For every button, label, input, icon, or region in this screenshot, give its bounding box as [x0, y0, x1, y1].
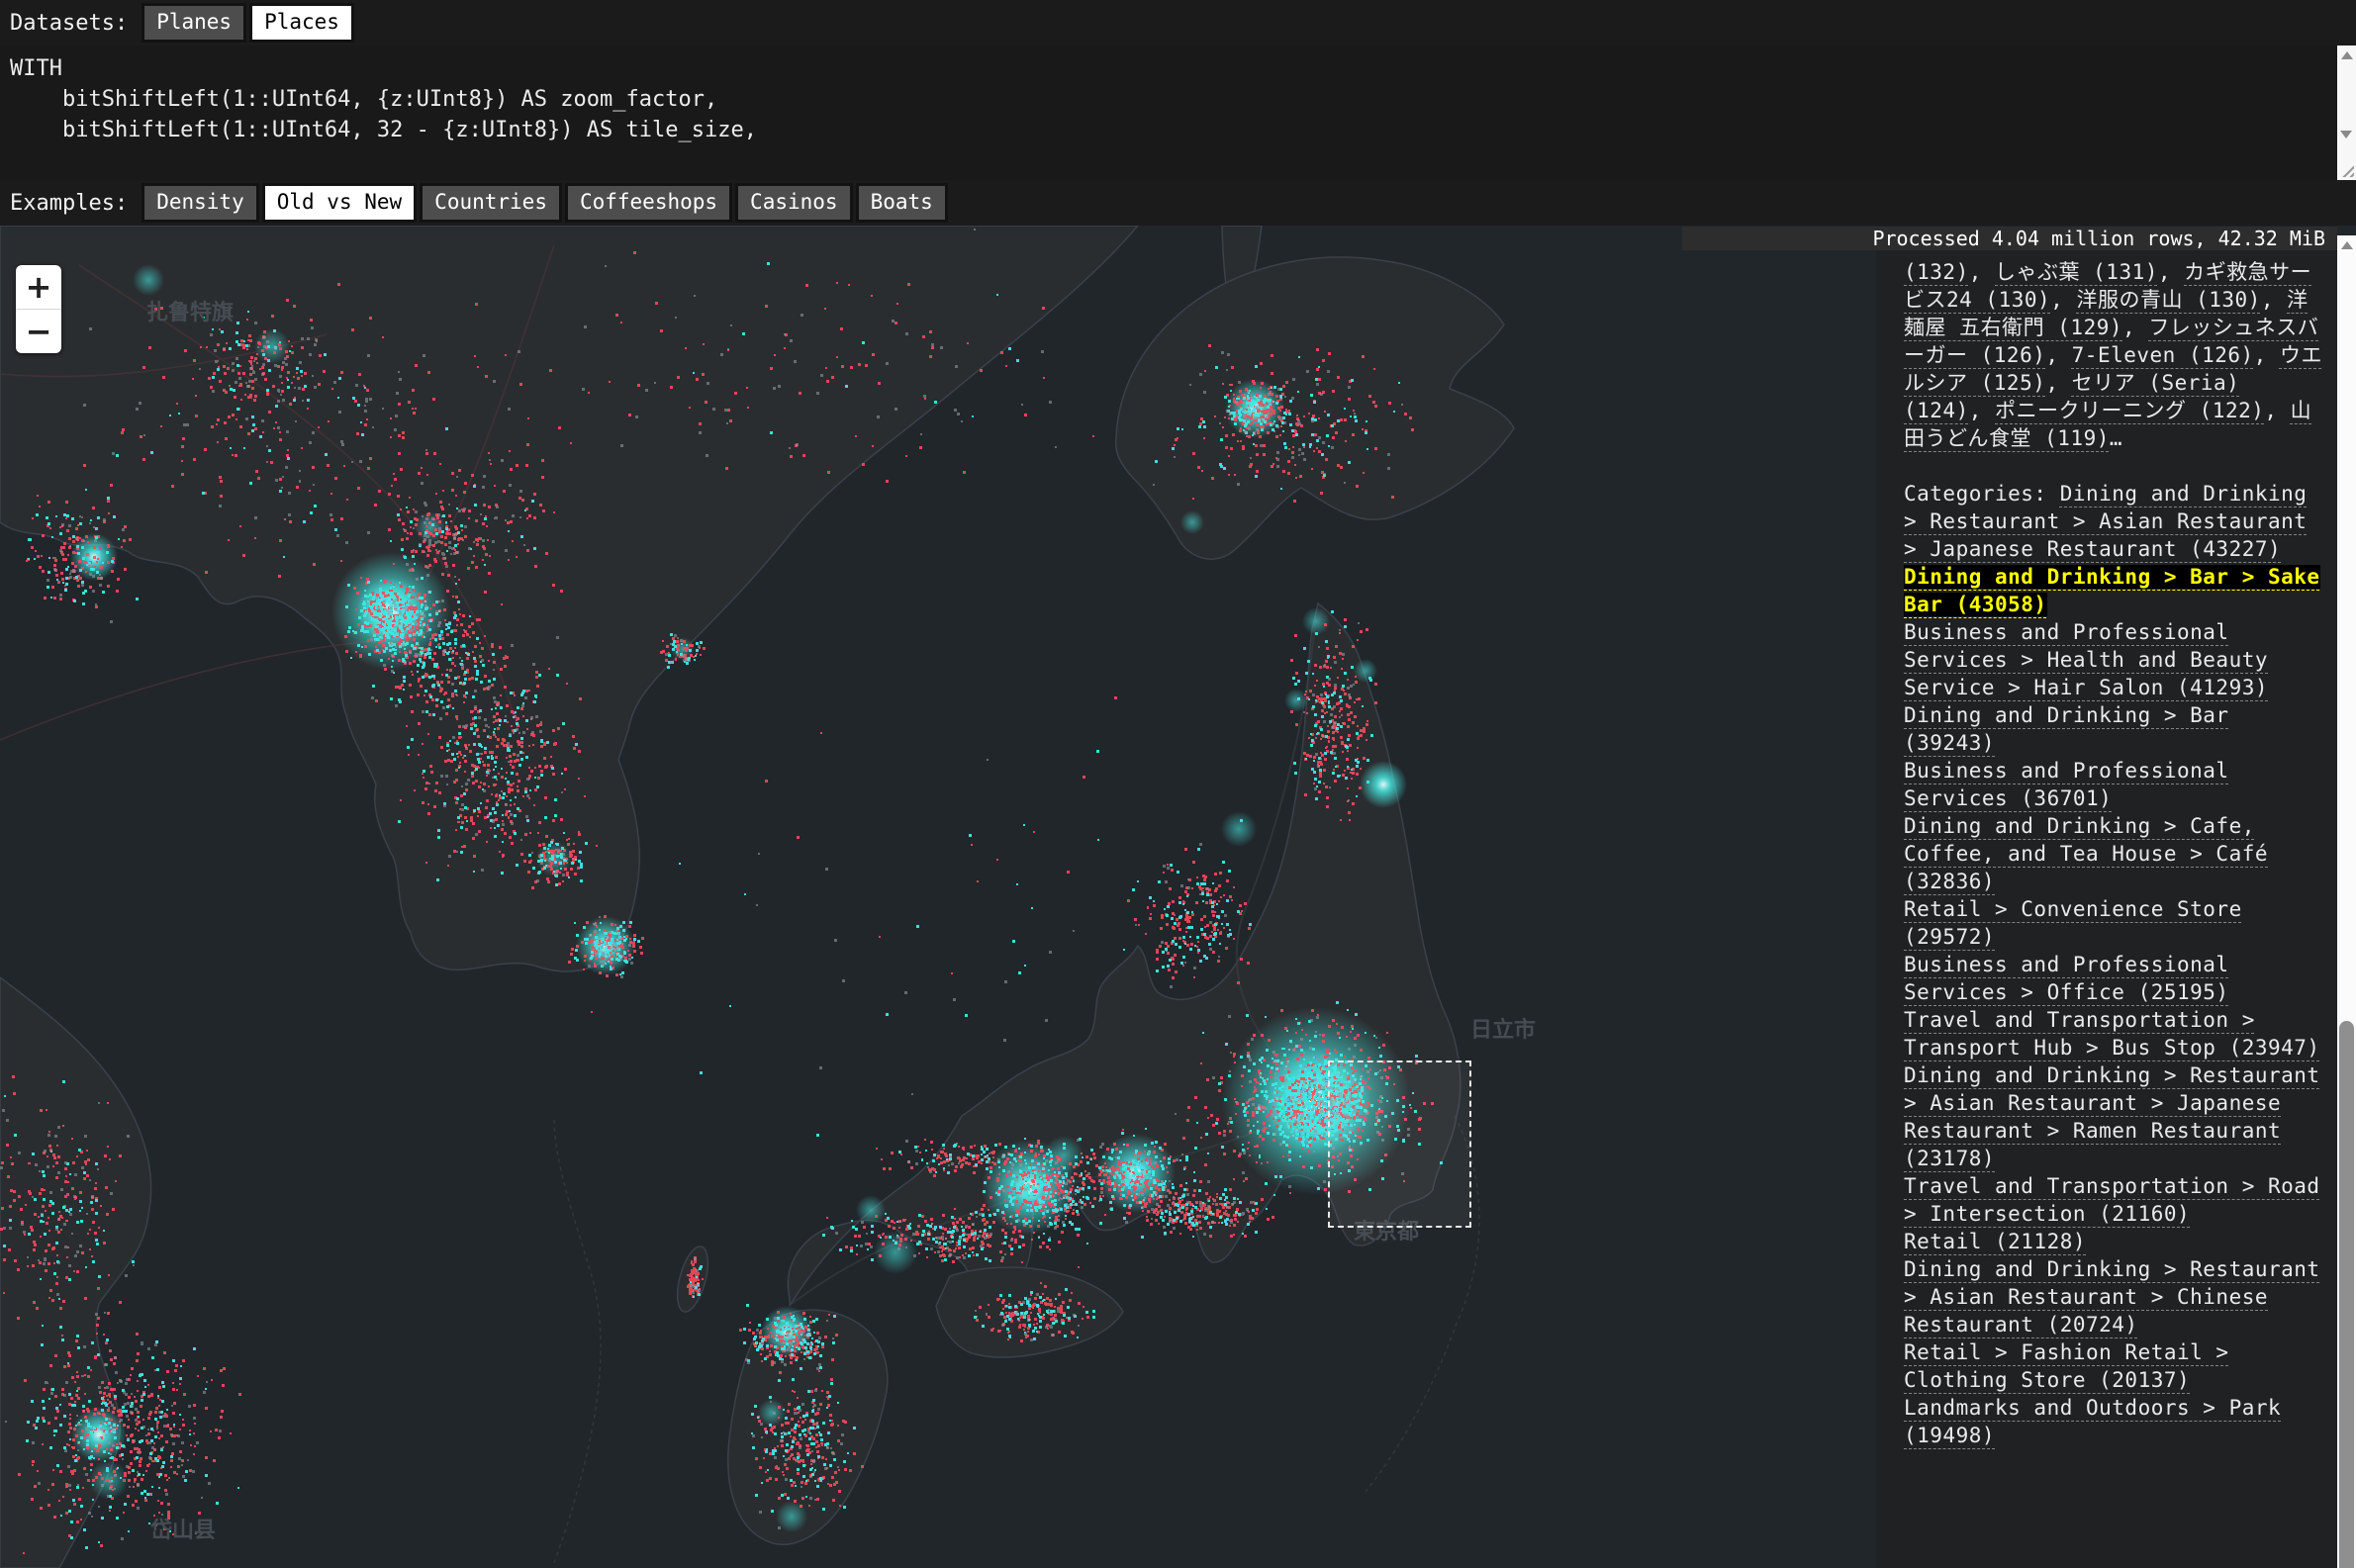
- category-link[interactable]: Retail (21128): [1904, 1230, 2086, 1253]
- city-glow: [1302, 607, 1330, 635]
- brand-link[interactable]: 7-Eleven (126): [2072, 343, 2254, 367]
- stats-sidebar: (132), しゃぶ葉 (131), カギ救急サービス24 (130), 洋服の…: [1876, 226, 2337, 1568]
- example-button-old-vs-new[interactable]: Old vs New: [262, 183, 417, 222]
- category-link[interactable]: Business and Professional Services (3670…: [1904, 759, 2229, 810]
- categories-label: Categories:: [1904, 482, 2060, 506]
- map-selection-box[interactable]: [1328, 1061, 1471, 1228]
- dataset-button-places[interactable]: Places: [249, 3, 354, 42]
- sql-editor[interactable]: WITH bitShiftLeft(1::UInt64, {z:UInt8}) …: [0, 46, 2356, 180]
- city-glow: [758, 1399, 786, 1427]
- resize-grip-icon[interactable]: [2339, 162, 2354, 177]
- datasets-bar: Datasets: PlanesPlaces: [0, 0, 2356, 46]
- city-glow: [1354, 659, 1377, 683]
- brand-link[interactable]: 洋服の青山 (130): [2076, 288, 2260, 312]
- map-zoom-control: + −: [16, 265, 61, 353]
- city-glow: [1360, 761, 1407, 808]
- top-brands-list: (132), しゃぶ葉 (131), カギ救急サービス24 (130), 洋服の…: [1904, 258, 2323, 452]
- city-glow: [1221, 811, 1257, 847]
- dataset-button-planes[interactable]: Planes: [141, 3, 246, 42]
- map-place-label: 扎鲁特旗: [146, 300, 234, 325]
- category-link[interactable]: Dining and Drinking > Restaurant > Asian…: [1904, 1257, 2320, 1337]
- category-link[interactable]: Retail > Fashion Retail > Clothing Store…: [1904, 1340, 2229, 1392]
- category-link-highlighted[interactable]: Dining and Drinking > Bar > Sake Bar (43…: [1904, 565, 2320, 616]
- example-button-casinos[interactable]: Casinos: [735, 183, 853, 222]
- zoom-out-button[interactable]: −: [16, 310, 61, 353]
- brand-link[interactable]: ポニークリーニング (122): [1995, 399, 2264, 422]
- example-button-coffeeshops[interactable]: Coffeeshops: [565, 183, 732, 222]
- datasets-label: Datasets:: [10, 11, 128, 36]
- city-glow: [1180, 510, 1204, 534]
- scrollbar-thumb[interactable]: [2339, 1021, 2354, 1568]
- category-link[interactable]: Business and Professional Services > Hea…: [1904, 620, 2268, 699]
- example-button-density[interactable]: Density: [141, 183, 259, 222]
- city-glow: [1284, 689, 1308, 712]
- example-button-countries[interactable]: Countries: [420, 183, 562, 222]
- map-place-label: 日立市: [1470, 1017, 1536, 1043]
- city-glow: [133, 264, 164, 296]
- city-glow: [856, 1195, 886, 1225]
- sql-code[interactable]: WITH bitShiftLeft(1::UInt64, {z:UInt8}) …: [0, 46, 2356, 145]
- category-link[interactable]: Retail > Convenience Store (29572): [1904, 897, 2242, 949]
- category-link[interactable]: Business and Professional Services > Off…: [1904, 953, 2229, 1004]
- category-link[interactable]: Dining and Drinking > Cafe, Coffee, and …: [1904, 814, 2268, 893]
- examples-bar: Examples: DensityOld vs NewCountriesCoff…: [0, 180, 2356, 226]
- query-status: Processed 4.04 million rows, 42.32 MiB: [1682, 227, 2337, 250]
- map-place-label: 岱山县: [149, 1518, 216, 1543]
- sql-editor-scrollbar[interactable]: [2337, 46, 2356, 180]
- example-button-boats[interactable]: Boats: [856, 183, 948, 222]
- scroll-down-icon[interactable]: [2340, 131, 2352, 138]
- brand-link[interactable]: しゃぶ葉 (131): [1995, 260, 2158, 284]
- scroll-up-icon[interactable]: [2341, 51, 2353, 59]
- page-scrollbar[interactable]: [2337, 235, 2356, 1568]
- category-link[interactable]: Travel and Transportation > Road > Inter…: [1904, 1174, 2320, 1226]
- brand-link[interactable]: (132): [1904, 260, 1969, 284]
- datasets-button-group: PlanesPlaces: [141, 3, 354, 42]
- category-link[interactable]: Dining and Drinking > Bar (39243): [1904, 703, 2229, 755]
- scrollbar-up-icon[interactable]: [2341, 241, 2353, 249]
- zoom-in-button[interactable]: +: [16, 265, 61, 310]
- category-link[interactable]: Dining and Drinking > Restaurant > Asian…: [1904, 1063, 2320, 1170]
- category-link[interactable]: Travel and Transportation > Transport Hu…: [1904, 1008, 2320, 1060]
- category-link[interactable]: Landmarks and Outdoors > Park (19498): [1904, 1396, 2281, 1447]
- examples-label: Examples:: [10, 191, 128, 216]
- examples-button-group: DensityOld vs NewCountriesCoffeeshopsCas…: [141, 183, 948, 222]
- categories-list: Categories: Dining and Drinking > Restau…: [1904, 480, 2323, 1449]
